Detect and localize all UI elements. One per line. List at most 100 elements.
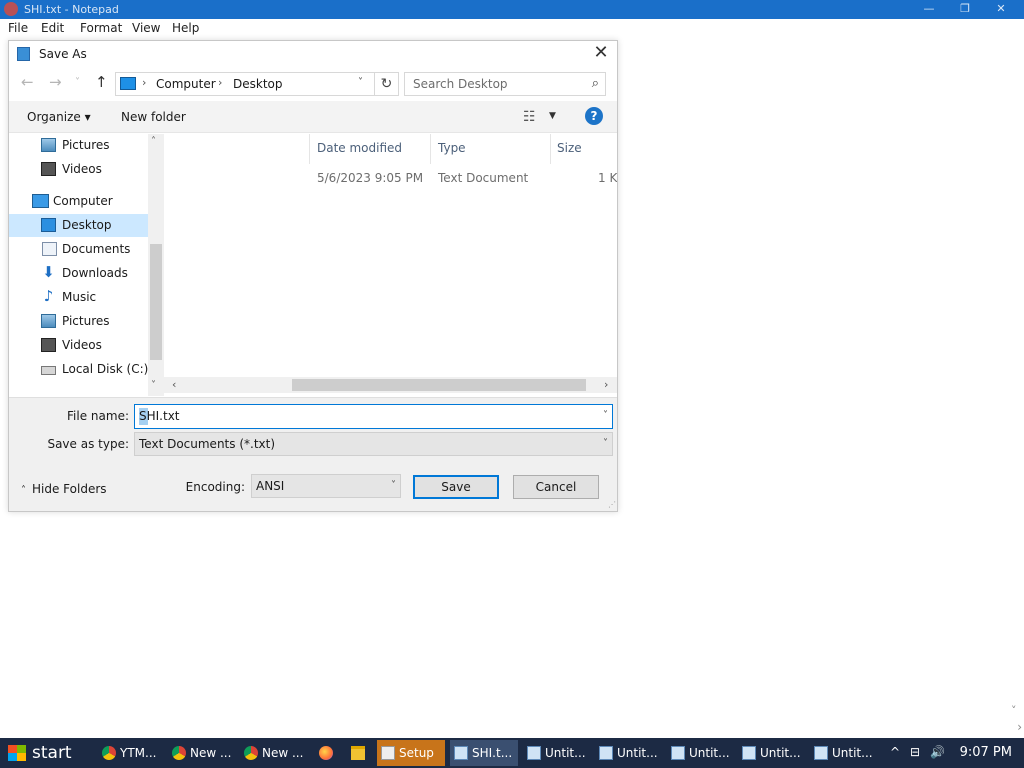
chevron-down-icon[interactable]: ˅ [391, 480, 396, 491]
menu-help[interactable]: Help [172, 21, 199, 35]
start-button[interactable]: start [0, 738, 90, 768]
resize-grip-icon[interactable]: ⋰ [608, 500, 616, 509]
up-arrow-icon[interactable]: ↑ [95, 73, 108, 91]
nav-item-computer[interactable]: Computer [9, 190, 148, 213]
scroll-down-icon[interactable]: ˅ [151, 380, 156, 391]
taskbar-item-file-explorer[interactable] [344, 740, 372, 766]
taskbar-item-label: Untit... [832, 746, 873, 760]
cell-date-modified: 5/6/2023 9:05 PM [317, 171, 424, 185]
column-divider[interactable] [430, 134, 431, 164]
new-folder-button[interactable]: New folder [121, 110, 186, 124]
column-divider[interactable] [550, 134, 551, 164]
file-list-horizontal-scrollbar[interactable]: ‹ › [164, 377, 617, 393]
show-hidden-icons-icon[interactable]: ^ [890, 745, 900, 759]
save-as-dialog: Save As ✕ ← → ˅ ↑ › Computer › Desktop ˅… [8, 40, 618, 512]
scrollbar-thumb[interactable] [292, 379, 586, 391]
close-window-button[interactable]: ✕ [986, 1, 1016, 17]
nav-item-downloads[interactable]: ⬇ Downloads [9, 262, 148, 285]
taskbar-item-notepad-untitled[interactable]: Untit... [523, 740, 591, 766]
chevron-down-icon[interactable]: ˅ [603, 438, 608, 449]
menu-view[interactable]: View [132, 21, 160, 35]
taskbar-item-chrome[interactable]: YTM... [98, 740, 164, 766]
maximize-button[interactable]: ❐ [950, 1, 980, 17]
menu-file[interactable]: File [8, 21, 28, 35]
notepad-icon [454, 746, 468, 760]
breadcrumb-desktop[interactable]: Desktop [233, 77, 283, 91]
hide-folders-button[interactable]: ˄ Hide Folders [21, 482, 107, 496]
taskbar-item-setup[interactable]: Setup [377, 740, 445, 766]
recent-locations-icon[interactable]: ˅ [75, 77, 80, 88]
taskbar-item-notepad-untitled[interactable]: Untit... [810, 740, 878, 766]
column-header-date-modified[interactable]: Date modified [317, 141, 402, 155]
taskbar-item-notepad-shi[interactable]: SHI.t... [450, 740, 518, 766]
nav-item-music[interactable]: ♪ Music [9, 286, 148, 309]
notepad-vertical-scrollbar[interactable]: ˅ [1007, 39, 1024, 719]
disk-drive-icon [41, 366, 56, 375]
taskbar-item-chrome[interactable]: New ... [168, 740, 234, 766]
taskbar-item-notepad-untitled[interactable]: Untit... [738, 740, 806, 766]
minimize-button[interactable]: — [914, 1, 944, 17]
forward-arrow-icon[interactable]: → [49, 73, 62, 91]
breadcrumb-separator-icon[interactable]: › [218, 76, 222, 89]
nav-item-local-disk[interactable]: Local Disk (C:) [9, 358, 148, 381]
notepad-app-icon [4, 2, 18, 16]
taskbar-item-firefox[interactable] [312, 740, 340, 766]
nav-item-desktop[interactable]: Desktop [9, 214, 148, 237]
scrollbar-thumb[interactable] [150, 244, 162, 360]
notepad-title-bar[interactable]: SHI.txt - Notepad — ❐ ✕ [0, 0, 1024, 19]
taskbar-item-chrome[interactable]: New ... [240, 740, 306, 766]
clock[interactable]: 9:07 PM [960, 745, 1012, 760]
save-as-type-value: Text Documents (*.txt) [139, 437, 276, 451]
scroll-right-icon[interactable]: › [604, 378, 608, 391]
save-button[interactable]: Save [413, 475, 499, 499]
change-view-icon[interactable]: ☷ [523, 109, 536, 125]
scroll-left-icon[interactable]: ‹ [172, 378, 176, 391]
search-box[interactable]: Search Desktop ⌕ [404, 72, 606, 96]
breadcrumb-separator-icon[interactable]: › [142, 76, 146, 89]
column-divider[interactable] [309, 134, 310, 164]
file-name-value: SHI.txt [139, 409, 180, 423]
back-arrow-icon[interactable]: ← [21, 73, 34, 91]
notepad-horizontal-scrollbar[interactable]: › [0, 719, 1024, 736]
encoding-select[interactable]: ANSI ˅ [251, 474, 401, 498]
menu-edit[interactable]: Edit [41, 21, 64, 35]
chevron-down-icon[interactable]: ˅ [603, 410, 608, 421]
nav-item-videos[interactable]: Videos [9, 158, 148, 181]
nav-item-videos[interactable]: Videos [9, 334, 148, 357]
column-header-size[interactable]: Size [557, 141, 582, 155]
file-name-input[interactable]: SHI.txt ˅ [134, 404, 613, 429]
nav-item-pictures[interactable]: Pictures [9, 134, 148, 157]
column-header-type[interactable]: Type [438, 141, 466, 155]
firefox-icon [319, 746, 333, 760]
dialog-close-button[interactable]: ✕ [589, 42, 613, 64]
notepad-window-title: SHI.txt - Notepad [24, 3, 119, 16]
help-icon[interactable]: ? [585, 107, 603, 125]
refresh-icon[interactable]: ↻ [374, 73, 398, 95]
encoding-value: ANSI [256, 479, 285, 493]
view-options-dropdown-icon[interactable]: ▼ [549, 111, 556, 121]
nav-item-label: Documents [62, 242, 131, 256]
taskbar-item-notepad-untitled[interactable]: Untit... [595, 740, 663, 766]
scroll-down-icon[interactable]: ˅ [1011, 704, 1017, 717]
nav-item-documents[interactable]: Documents [9, 238, 148, 261]
search-icon[interactable]: ⌕ [592, 76, 599, 91]
navigation-pane: Pictures Videos Computer Desktop Documen… [9, 134, 164, 396]
volume-icon[interactable]: 🔊 [930, 745, 945, 759]
address-dropdown-icon[interactable]: ˅ [358, 77, 363, 88]
scroll-right-icon[interactable]: › [1017, 720, 1022, 734]
save-form: File name: SHI.txt ˅ Save as type: Text … [9, 397, 617, 511]
taskbar-item-label: Untit... [689, 746, 730, 760]
menu-format[interactable]: Format [80, 21, 122, 35]
nav-item-pictures[interactable]: Pictures [9, 310, 148, 333]
organize-button[interactable]: Organize ▾ [27, 110, 91, 124]
address-bar[interactable]: › Computer › Desktop ˅ ↻ [115, 72, 399, 96]
scroll-up-icon[interactable]: ˄ [151, 136, 156, 147]
cancel-button[interactable]: Cancel [513, 475, 599, 499]
network-icon[interactable]: ⊟ [910, 745, 920, 759]
taskbar-item-notepad-untitled[interactable]: Untit... [667, 740, 735, 766]
dialog-title-bar[interactable]: Save As ✕ [9, 41, 617, 67]
nav-pane-scrollbar[interactable]: ˄ ˅ [148, 134, 164, 396]
nav-item-label: Downloads [62, 266, 128, 280]
breadcrumb-computer[interactable]: Computer [156, 77, 216, 91]
save-as-type-select[interactable]: Text Documents (*.txt) ˅ [134, 432, 613, 456]
